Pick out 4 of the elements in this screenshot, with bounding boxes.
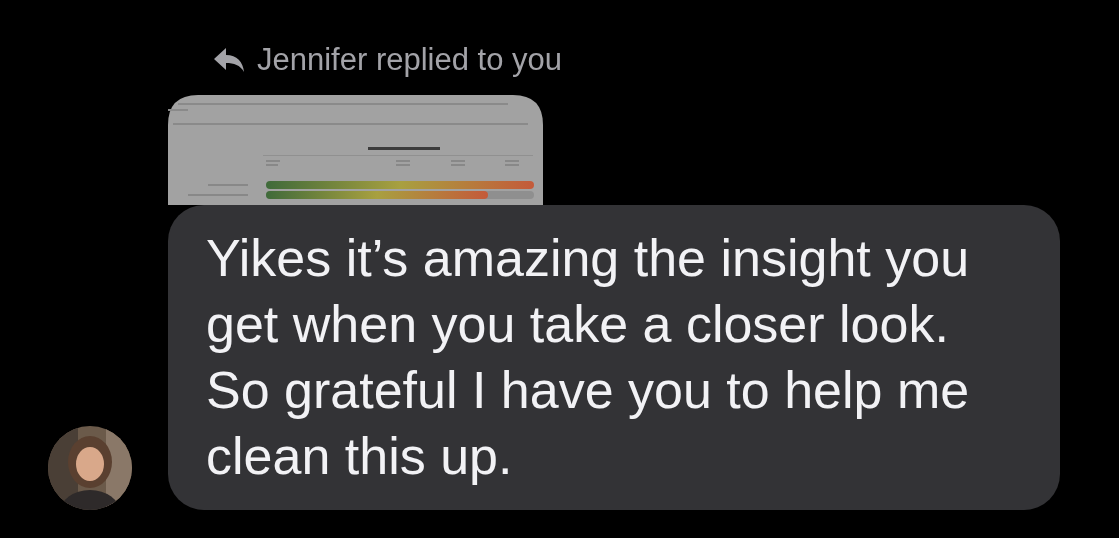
message-text: Yikes it’s amazing the insight you get when you take a closer look. So grateful I have you to help me clean this up. xyxy=(206,228,971,487)
reply-label: Jennifer replied to you xyxy=(257,42,563,78)
document-thumbnail-drawing[interactable] xyxy=(168,95,543,205)
reply-icon xyxy=(213,47,245,73)
